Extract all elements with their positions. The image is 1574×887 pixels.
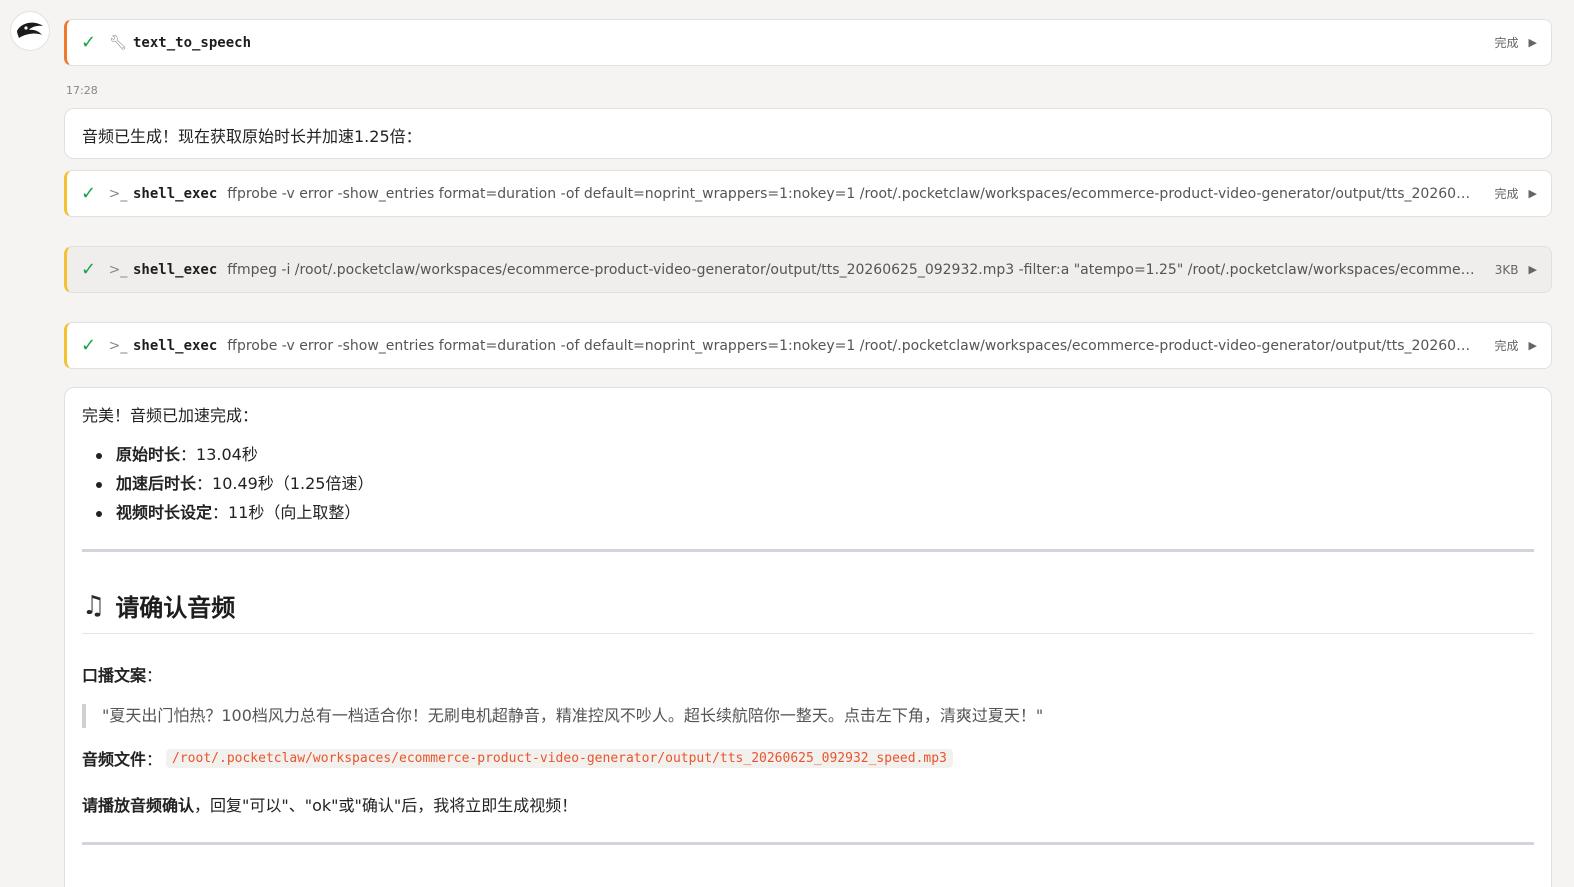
item-value: ：10.49秒（1.25倍速）	[196, 474, 374, 493]
wrench-icon: 🔧︎	[109, 34, 127, 51]
audio-file-path[interactable]: /root/.pocketclaw/workspaces/ecommerce-p…	[166, 748, 953, 768]
divider	[82, 842, 1534, 845]
check-icon: ✓	[81, 259, 97, 280]
section-heading: ♫ 请确认音频	[82, 588, 1534, 634]
tool-command: ffmpeg -i /root/.pocketclaw/workspaces/e…	[227, 261, 1475, 278]
file-colon: ：	[146, 750, 163, 769]
check-icon: ✓	[81, 183, 97, 204]
tool-command: ffprobe -v error -show_entries format=du…	[227, 185, 1475, 202]
heading-text: 请确认音频	[115, 594, 236, 622]
script-quote: "夏天出门怕热？100档风力总有一档适合你！无刷电机超静音，精准控风不吵人。超长…	[82, 704, 1534, 728]
audio-file-line: 音频文件： /root/.pocketclaw/workspaces/ecomm…	[82, 746, 1534, 770]
message-text: 音频已生成！现在获取原始时长并加速1.25倍：	[82, 127, 422, 146]
file-label: 音频文件	[82, 750, 147, 769]
expand-arrow-icon[interactable]: ▶	[1529, 339, 1537, 352]
tool-name: shell_exec	[133, 261, 218, 278]
tool-name: text_to_speech	[133, 34, 252, 51]
tool-output-size: 3KB	[1494, 262, 1519, 277]
duration-list: 原始时长：13.04秒 加速后时长：10.49秒（1.25倍速） 视频时长设定：…	[96, 440, 1534, 527]
confirm-bold: 请播放音频确认	[82, 796, 195, 815]
item-value: ：11秒（向上取整）	[212, 503, 361, 522]
tool-status: 完成	[1494, 36, 1519, 50]
tool-call-shell-exec[interactable]: ✓ >_ shell_exec ffmpeg -i /root/.pocketc…	[64, 246, 1552, 293]
assistant-avatar	[10, 11, 50, 51]
script-label: 口播文案	[82, 666, 147, 685]
tool-name: shell_exec	[133, 337, 218, 354]
item-label: 原始时长	[116, 445, 181, 464]
item-label: 加速后时长	[116, 474, 197, 493]
expand-arrow-icon[interactable]: ▶	[1529, 187, 1537, 200]
tool-command: ffprobe -v error -show_entries format=du…	[227, 337, 1475, 354]
list-item: 原始时长：13.04秒	[96, 440, 1534, 469]
script-colon: ：	[146, 666, 163, 685]
terminal-icon: >_	[108, 185, 128, 202]
terminal-icon: >_	[108, 261, 128, 278]
tool-call-shell-exec[interactable]: ✓ >_ shell_exec ffprobe -v error -show_e…	[64, 170, 1552, 217]
claw-logo-icon	[17, 22, 43, 38]
tool-call-text-to-speech[interactable]: ✓ 🔧︎ text_to_speech 完成 ▶	[64, 19, 1552, 66]
divider	[82, 549, 1534, 552]
list-item: 加速后时长：10.49秒（1.25倍速）	[96, 469, 1534, 498]
item-value: ：13.04秒	[180, 445, 258, 464]
message-timestamp: 17:28	[66, 84, 98, 97]
check-icon: ✓	[81, 335, 97, 356]
tool-status: 完成	[1494, 339, 1519, 353]
expand-arrow-icon[interactable]: ▶	[1529, 36, 1537, 49]
confirm-instruction: 请播放音频确认，回复"可以"、"ok"或"确认"后，我将立即生成视频！	[82, 792, 1534, 816]
tool-status: 完成	[1494, 187, 1519, 201]
tool-call-shell-exec[interactable]: ✓ >_ shell_exec ffprobe -v error -show_e…	[64, 322, 1552, 369]
tool-name: shell_exec	[133, 185, 218, 202]
item-label: 视频时长设定	[116, 503, 213, 522]
message-lead: 完美！音频已加速完成：	[82, 406, 259, 425]
terminal-icon: >_	[108, 337, 128, 354]
script-label-line: 口播文案：	[82, 662, 1534, 686]
list-item: 视频时长设定：11秒（向上取整）	[96, 498, 1534, 527]
music-note-icon: ♫	[82, 590, 106, 621]
expand-arrow-icon[interactable]: ▶	[1529, 263, 1537, 276]
confirm-rest: ，回复"可以"、"ok"或"确认"后，我将立即生成视频！	[194, 796, 578, 815]
assistant-message: 音频已生成！现在获取原始时长并加速1.25倍：	[64, 108, 1552, 159]
assistant-message: 完美！音频已加速完成： 原始时长：13.04秒 加速后时长：10.49秒（1.2…	[64, 387, 1552, 887]
check-icon: ✓	[81, 32, 97, 53]
